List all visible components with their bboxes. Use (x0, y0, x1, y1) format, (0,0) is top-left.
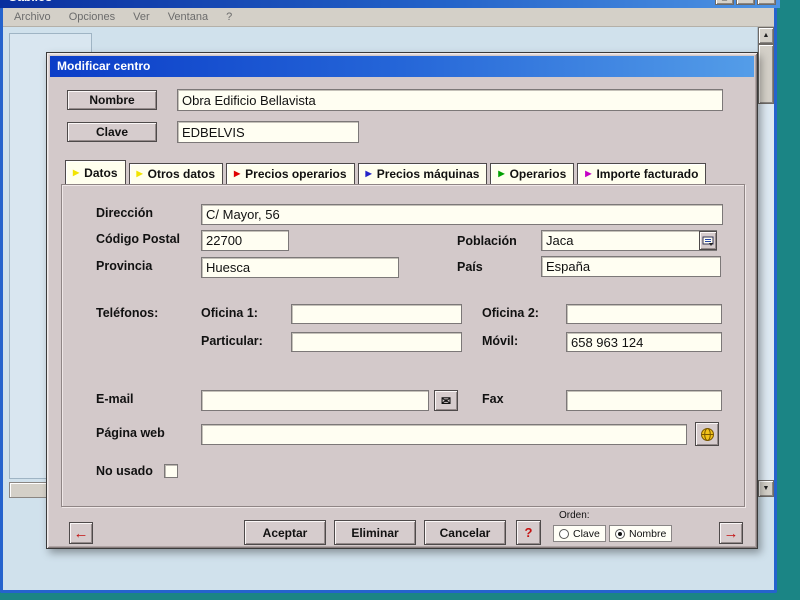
tab-marker-icon: ▶ (73, 169, 79, 177)
pagina-web-button[interactable] (695, 422, 719, 446)
direccion-label: Dirección (96, 206, 153, 220)
globe-icon (700, 427, 715, 442)
scrollbar-thumb[interactable] (758, 44, 774, 104)
tab-marker-icon: ▶ (585, 170, 591, 178)
help-button[interactable]: ? (516, 520, 541, 545)
tab-marker-icon: ▶ (498, 170, 504, 178)
minimize-icon[interactable]: _ (715, 0, 734, 5)
orden-label: Orden: (559, 510, 590, 521)
window-controls: _ □ × (715, 0, 776, 5)
tab-marker-icon: ▶ (234, 170, 240, 178)
radio-icon (615, 529, 625, 539)
tab-strip: ▶ Datos ▶ Otros datos ▶ Precios operario… (65, 160, 709, 185)
tab-datos[interactable]: ▶ Datos (65, 160, 126, 185)
menu-item-help[interactable]: ? (217, 9, 241, 25)
fax-input[interactable] (566, 390, 722, 411)
pagina-web-input[interactable] (201, 424, 687, 445)
oficina2-input[interactable] (566, 304, 722, 324)
poblacion-dropdown-button[interactable] (699, 231, 717, 250)
nombre-button[interactable]: Nombre (67, 90, 157, 110)
oficina1-label: Oficina 1: (201, 306, 258, 320)
main-window-titlebar[interactable]: Gábilos _ □ × (0, 0, 780, 8)
nombre-input[interactable] (177, 89, 723, 111)
background-toolbar-fragment (9, 482, 47, 498)
scroll-down-icon[interactable]: ▼ (758, 480, 774, 497)
email-label: E-mail (96, 392, 134, 406)
provincia-label: Provincia (96, 259, 152, 273)
provincia-input[interactable] (201, 257, 399, 278)
email-button[interactable]: ✉ (434, 390, 458, 411)
poblacion-label: Población (457, 234, 517, 248)
movil-label: Móvil: (482, 334, 518, 348)
tab-label: Precios operarios (245, 167, 346, 181)
vertical-scrollbar[interactable]: ▲ ▼ (757, 27, 774, 497)
tab-precios-operarios[interactable]: ▶ Precios operarios (226, 163, 355, 185)
tab-operarios[interactable]: ▶ Operarios (490, 163, 574, 185)
codigo-postal-input[interactable] (201, 230, 289, 251)
close-icon[interactable]: × (757, 0, 776, 5)
oficina1-input[interactable] (291, 304, 462, 324)
email-icon: ✉ (441, 394, 451, 408)
radio-label: Nombre (629, 528, 666, 540)
direccion-input[interactable] (201, 204, 723, 225)
maximize-icon[interactable]: □ (736, 0, 755, 5)
tab-marker-icon: ▶ (366, 170, 372, 178)
radio-icon (559, 529, 569, 539)
eliminar-button[interactable]: Eliminar (334, 520, 416, 545)
orden-radio-nombre[interactable]: Nombre (609, 525, 672, 542)
tab-otros-datos[interactable]: ▶ Otros datos (129, 163, 224, 185)
telefonos-label: Teléfonos: (96, 306, 158, 320)
menu-bar: Archivo Opciones Ver Ventana ? (3, 8, 774, 27)
scroll-up-icon[interactable]: ▲ (758, 27, 774, 44)
tab-precios-maquinas[interactable]: ▶ Precios máquinas (358, 163, 488, 185)
back-arrow-icon[interactable]: ← (69, 522, 93, 544)
tab-label: Operarios (510, 167, 567, 181)
movil-input[interactable] (566, 332, 722, 352)
email-input[interactable] (201, 390, 429, 411)
cancelar-button[interactable]: Cancelar (424, 520, 506, 545)
menu-item-opciones[interactable]: Opciones (60, 9, 124, 25)
tab-label: Datos (84, 166, 117, 180)
tab-marker-icon: ▶ (137, 170, 143, 178)
particular-label: Particular: (201, 334, 263, 348)
pagina-web-label: Página web (96, 426, 165, 440)
fax-label: Fax (482, 392, 504, 406)
clave-button[interactable]: Clave (67, 122, 157, 142)
menu-item-archivo[interactable]: Archivo (5, 9, 60, 25)
clave-input[interactable] (177, 121, 359, 143)
forward-arrow-icon[interactable]: → (719, 522, 743, 544)
oficina2-label: Oficina 2: (482, 306, 539, 320)
no-usado-checkbox[interactable] (164, 464, 178, 478)
no-usado-label: No usado (96, 464, 153, 478)
particular-input[interactable] (291, 332, 462, 352)
poblacion-dropdown-icon (702, 235, 714, 247)
tab-label: Precios máquinas (377, 167, 480, 181)
radio-label: Clave (573, 528, 600, 540)
poblacion-input[interactable] (541, 230, 717, 251)
tab-importe-facturado[interactable]: ▶ Importe facturado (577, 163, 706, 185)
orden-radio-clave[interactable]: Clave (553, 525, 606, 542)
dialog-title: Modificar centro (57, 59, 150, 73)
tab-label: Otros datos (148, 167, 215, 181)
aceptar-button[interactable]: Aceptar (244, 520, 326, 545)
pais-input[interactable] (541, 256, 721, 277)
dialog-titlebar[interactable]: Modificar centro (50, 56, 754, 77)
pais-label: País (457, 260, 483, 274)
main-window-title: Gábilos (8, 0, 52, 4)
tab-label: Importe facturado (596, 167, 698, 181)
menu-item-ventana[interactable]: Ventana (159, 9, 217, 25)
modificar-centro-dialog: Modificar centro Nombre Clave ▶ Datos ▶ … (46, 52, 758, 549)
codigo-postal-label: Código Postal (96, 232, 180, 246)
menu-item-ver[interactable]: Ver (124, 9, 159, 25)
